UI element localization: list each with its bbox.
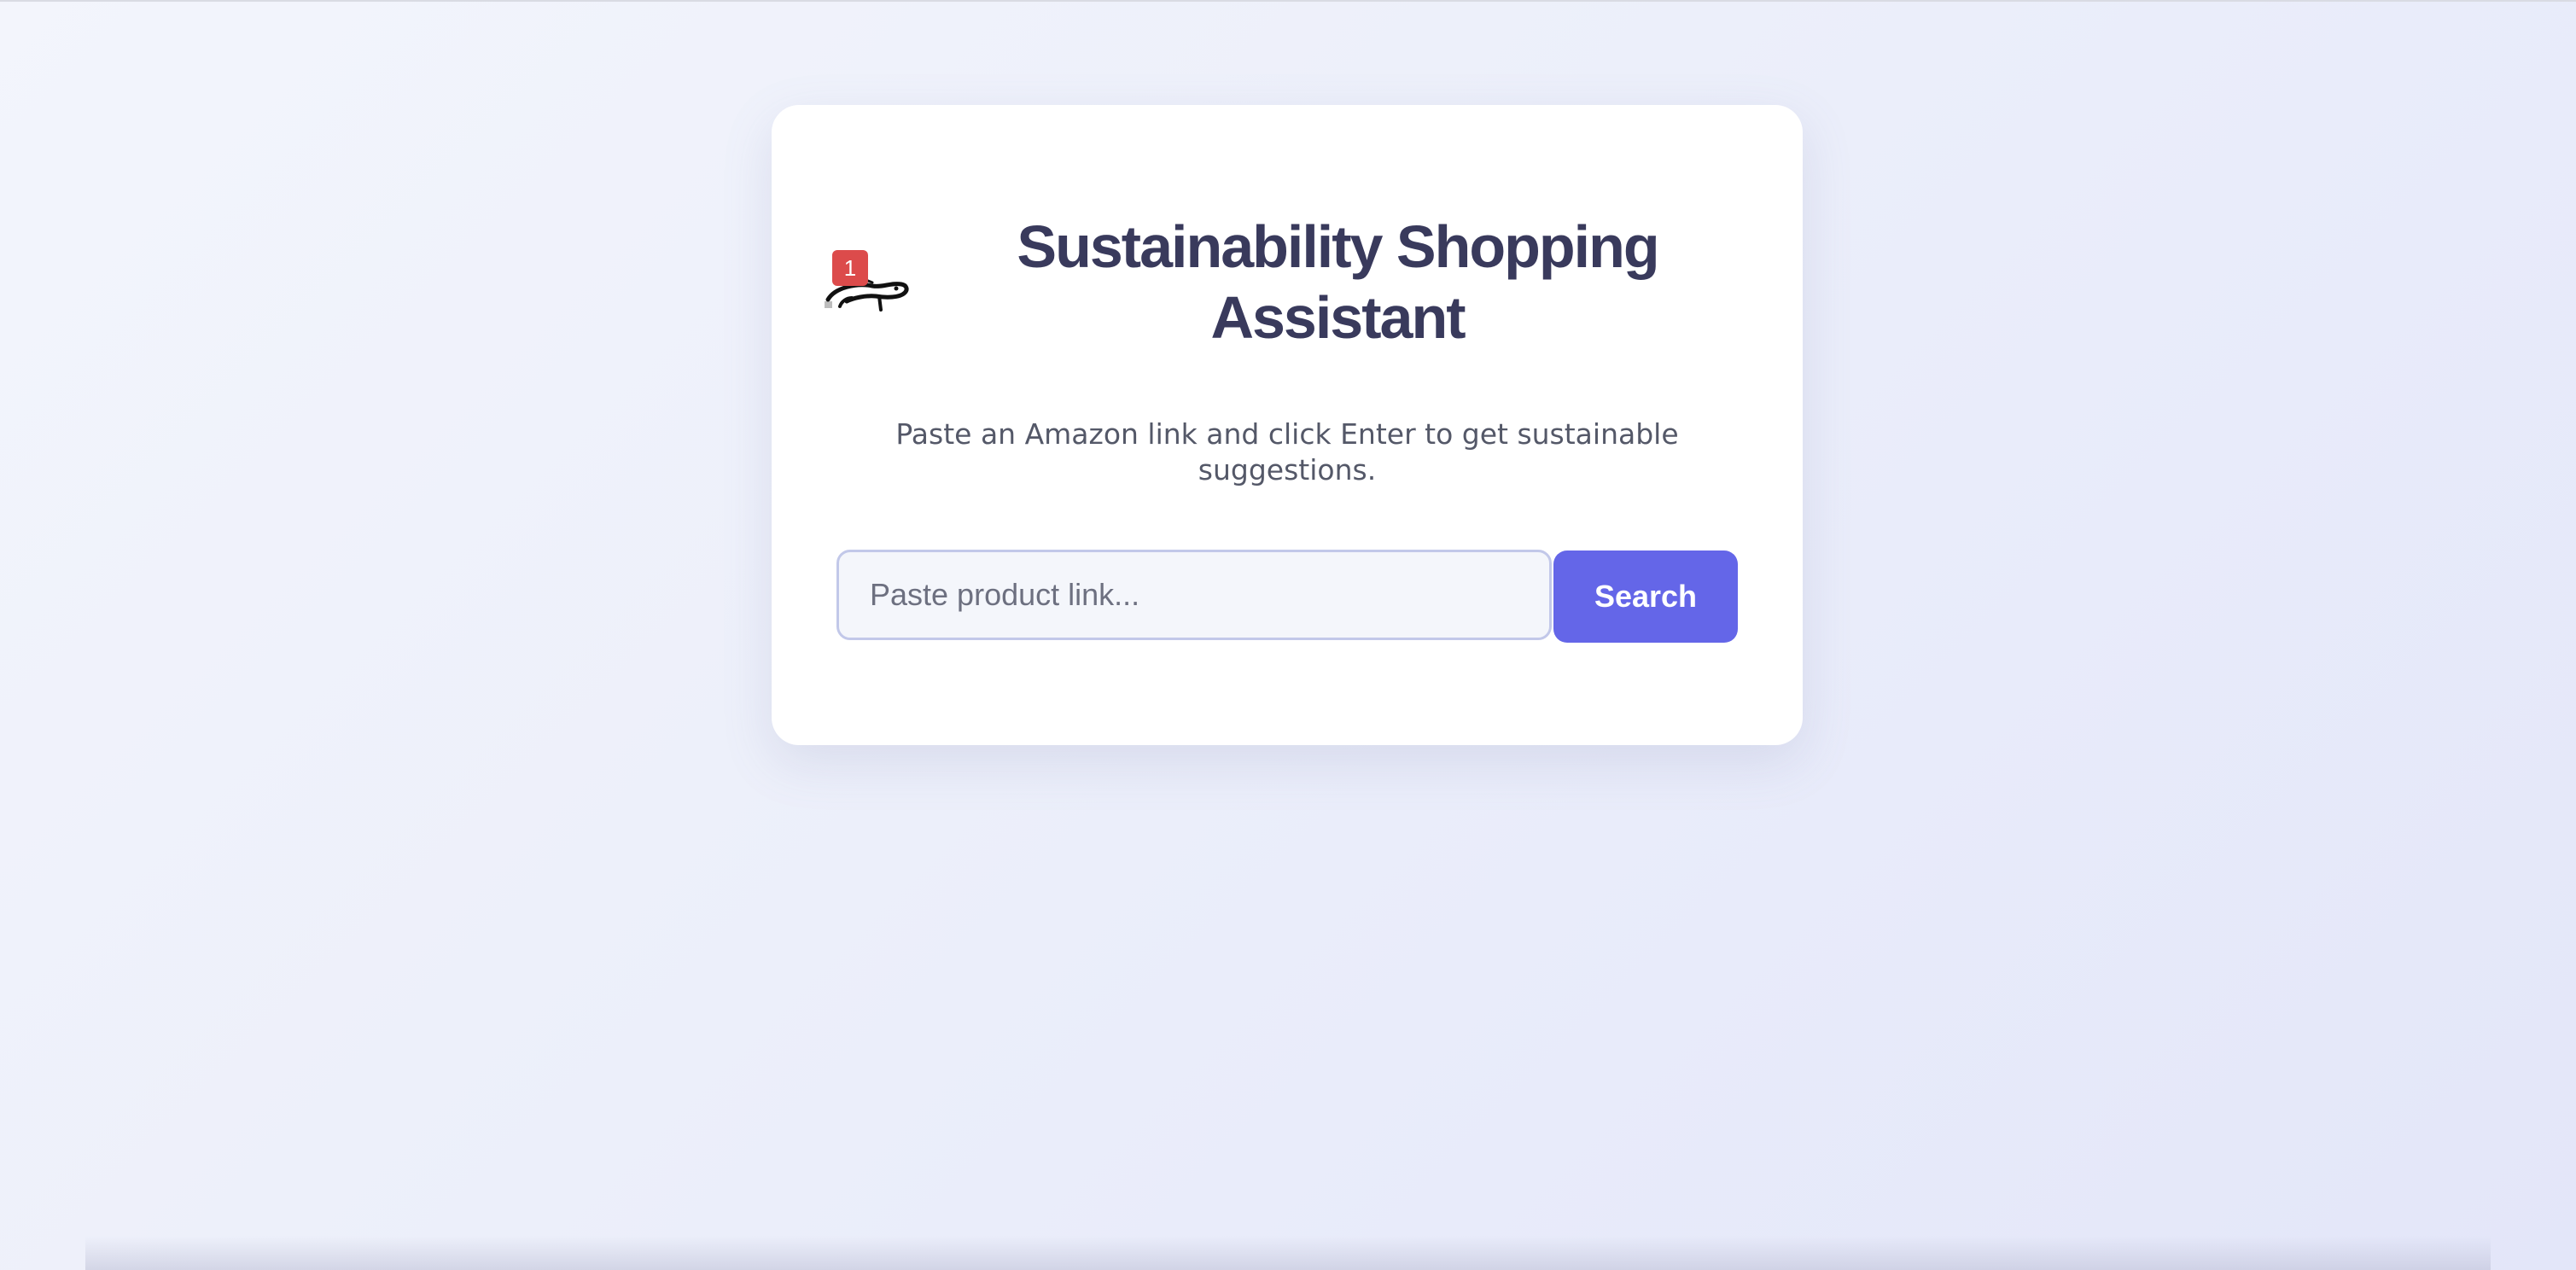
window-top-border	[0, 0, 2576, 2]
notification-badge[interactable]: 1	[832, 250, 868, 286]
search-button[interactable]: Search	[1553, 551, 1738, 643]
product-link-input[interactable]	[836, 550, 1552, 640]
instructions-text: Paste an Amazon link and click Enter to …	[895, 417, 1679, 486]
page-title: Sustainability Shopping Assistant	[1017, 213, 1659, 351]
bottom-shadow	[85, 1236, 2491, 1270]
